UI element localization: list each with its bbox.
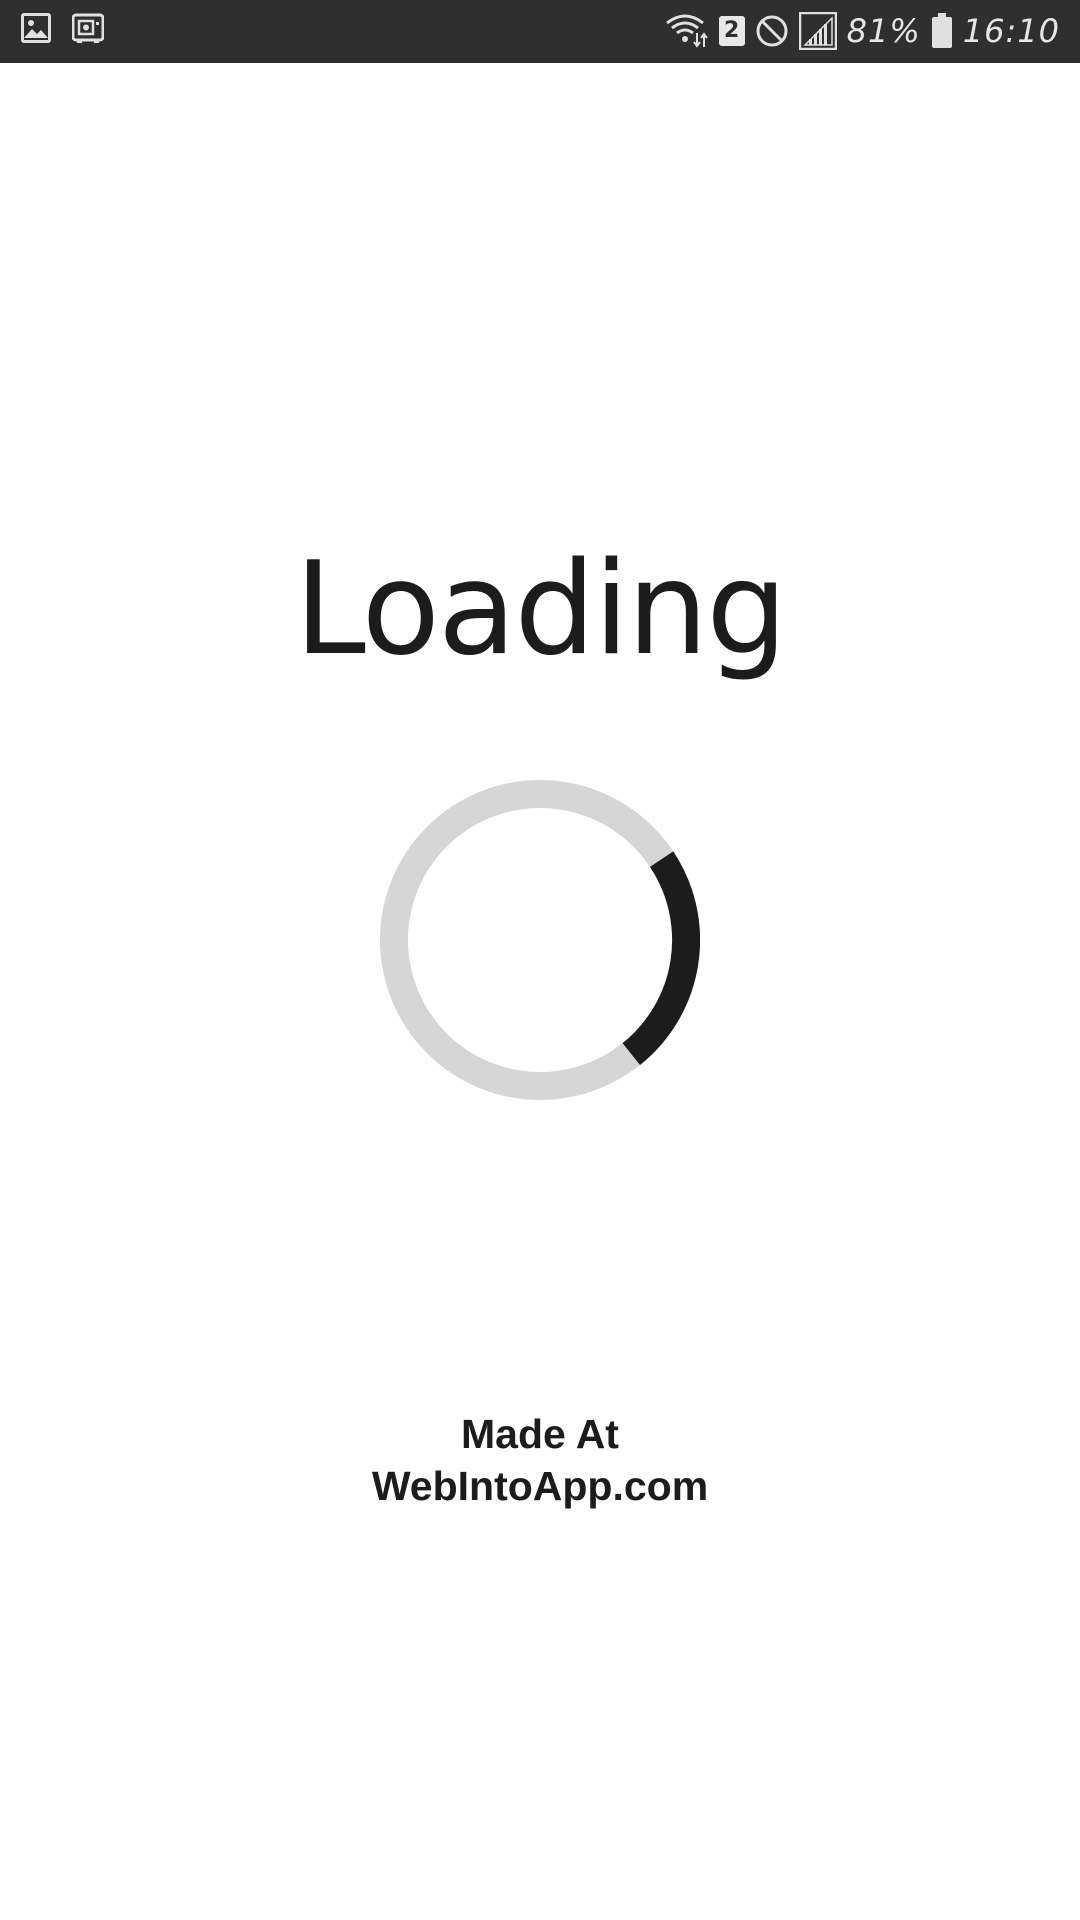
status-bar: 2 81% 16:10 (0, 0, 1080, 63)
do-not-disturb-icon (756, 15, 788, 47)
loading-title: Loading (294, 535, 788, 684)
image-notification-icon (21, 13, 51, 43)
made-at-credit: Made At WebIntoApp.com (0, 1408, 1080, 1512)
notification-icons (20, 12, 104, 44)
safe-notification-icon (72, 13, 104, 43)
sim-badge: 2 (718, 16, 745, 46)
system-indicators: 2 81% 16:10 (665, 10, 1060, 52)
clock: 16:10 (962, 12, 1060, 50)
credit-line-1: Made At (461, 1411, 619, 1457)
credit-line-2: WebIntoApp.com (371, 1463, 709, 1509)
spinner-progress-arc (622, 851, 700, 1066)
signal-icon (798, 12, 837, 50)
battery-icon (931, 13, 952, 48)
loading-spinner (380, 780, 700, 1100)
battery-percentage: 81% (846, 12, 921, 50)
splash-screen: Loading Made At WebIntoApp.com (0, 63, 1080, 1920)
wifi-data-icon (665, 14, 708, 48)
